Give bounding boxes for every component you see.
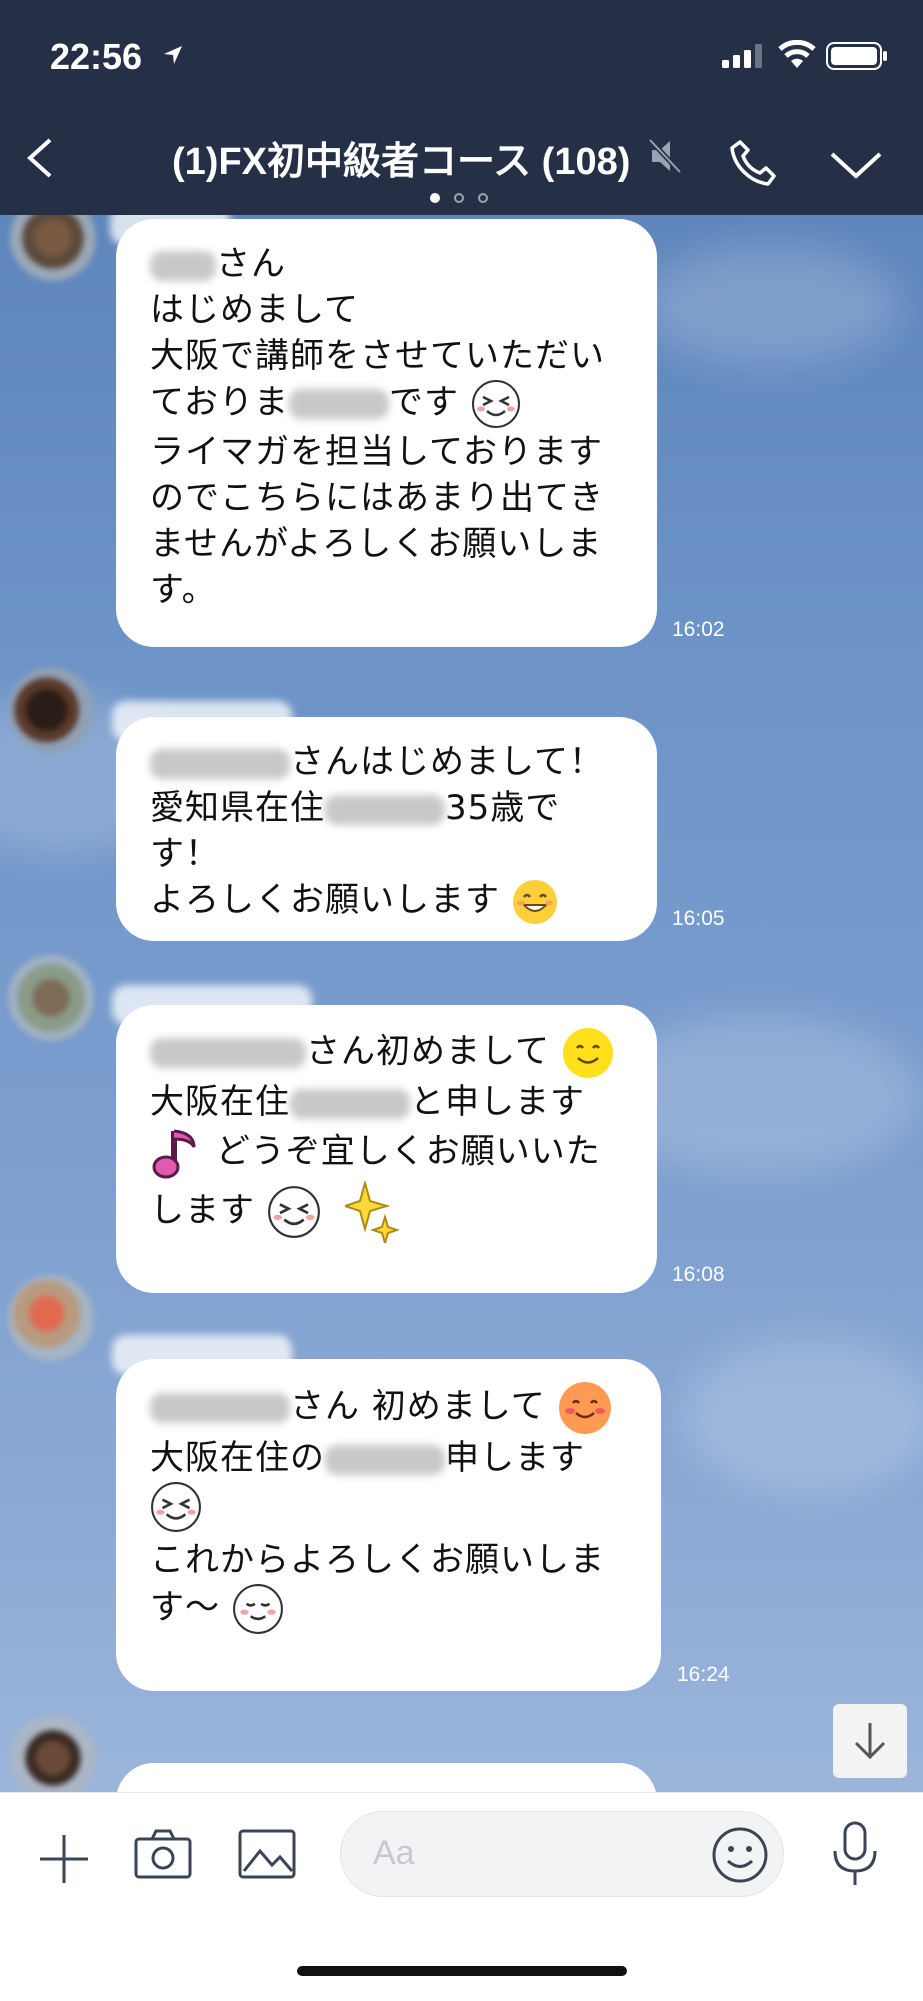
message-text: 愛知県在住 [150,788,325,828]
chat-title[interactable]: (1)FX初中級者コース (108) [172,130,630,185]
sparkles-emoji-icon [344,1181,399,1243]
message-text: 大阪在住の [150,1438,325,1478]
message-text: 大阪在住 [150,1082,290,1122]
redacted-text [290,1088,410,1119]
blushing-face-emoji-icon [558,1382,611,1434]
cloud [680,1335,923,1495]
signal-icon [722,44,762,68]
chat-area[interactable]: さん はじめまして 大阪で講師をさせていただい ておりま です ライマガを担当して… [0,215,923,1792]
avatar[interactable] [10,1715,96,1792]
arrow-down-icon [854,1723,886,1760]
message-text: です [388,382,459,423]
message-text: どうぞ宜しくお願いいた [215,1131,601,1172]
message-text: はじめまして [150,290,359,330]
home-indicator[interactable] [297,1966,627,1976]
image-icon[interactable] [238,1829,296,1879]
message-time: 16:08 [672,1263,725,1286]
page-indicator [430,188,502,207]
emoji-icon[interactable] [711,1826,769,1884]
message-text: よろしくお願いします [150,880,500,920]
message-text: 大阪で講師をさせていただい [150,336,605,376]
message-text: と申します [410,1082,585,1122]
top-bar: 22:56 (1)FX初中級者コース (108) [0,0,923,215]
phone-icon[interactable] [728,138,778,188]
message-text: さん [216,244,286,284]
page-dot [454,193,464,203]
redacted-text [150,1038,306,1068]
message-text: これからよろしくお願いしま [150,1540,605,1580]
redacted-text [288,389,389,419]
avatar[interactable] [10,215,96,281]
message-text: さん初めまして [306,1031,550,1072]
message-text: す！ [150,834,220,874]
message-text: のでこちらにはあまり出てき [150,478,604,518]
back-icon[interactable] [22,136,58,180]
redacted-text [150,1393,290,1423]
message-text: 申します [445,1438,585,1478]
message-text: す〜 [150,1587,220,1628]
message-text: します [150,1190,255,1231]
smile-emoji-icon [562,1028,613,1078]
mic-icon[interactable] [830,1821,880,1887]
avatar[interactable] [8,667,94,753]
message-time: 16:24 [677,1663,730,1686]
status-time: 22:56 [50,36,143,77]
mute-icon [648,138,682,174]
message-bubble[interactable] [116,1763,657,1792]
message-time: 16:02 [672,618,725,641]
message-text: 35歳で [445,788,561,828]
message-text: さん 初めまして [290,1386,546,1427]
message-input[interactable]: Aa [340,1811,784,1897]
camera-icon[interactable] [134,1829,192,1879]
redacted-text [325,1444,445,1475]
page-dot-active [430,193,440,203]
music-note-emoji-icon [152,1129,196,1179]
cloud [640,245,900,365]
redacted-text [325,794,445,825]
message-text: す。 [150,570,217,610]
message-bubble[interactable]: さん初めまして 大阪在住 と申します どうぞ宜しくお願いいた します [116,1005,657,1293]
message-text: ておりま [150,382,289,423]
message-bubble[interactable]: さん はじめまして 大阪で講師をさせていただい ておりま です ライマガを担当して… [116,219,657,647]
plus-icon[interactable] [36,1831,92,1887]
message-text: ませんがよろしくお願いしま [150,524,603,564]
scroll-to-bottom-button[interactable] [833,1704,907,1778]
message-input-placeholder: Aa [373,1834,415,1872]
message-text: ライマガを担当しております [150,432,603,472]
grinning-squint-emoji-icon [471,380,520,428]
message-bubble[interactable]: さんはじめまして！ 愛知県在住 35歳で す！ よろしくお願いします [116,717,657,941]
smiling-face-emoji-icon [512,879,557,924]
message-text: さんはじめまして！ [290,742,604,782]
battery-icon [826,42,887,70]
message-time: 16:05 [672,907,725,930]
location-arrow-icon [164,46,182,64]
chevron-down-icon[interactable] [828,150,884,182]
grinning-squint-emoji-icon [151,1482,201,1532]
redacted-text [150,748,290,779]
content-face-emoji-icon [232,1584,283,1634]
wifi-icon [778,40,816,68]
avatar[interactable] [8,1275,94,1361]
redacted-text [150,250,216,281]
message-bubble[interactable]: さん 初めまして 大阪在住の 申します これからよろしくお願いしま す〜 [116,1359,661,1691]
grinning-squint-emoji-icon [267,1186,320,1238]
avatar[interactable] [8,955,94,1041]
page-dot [478,193,488,203]
